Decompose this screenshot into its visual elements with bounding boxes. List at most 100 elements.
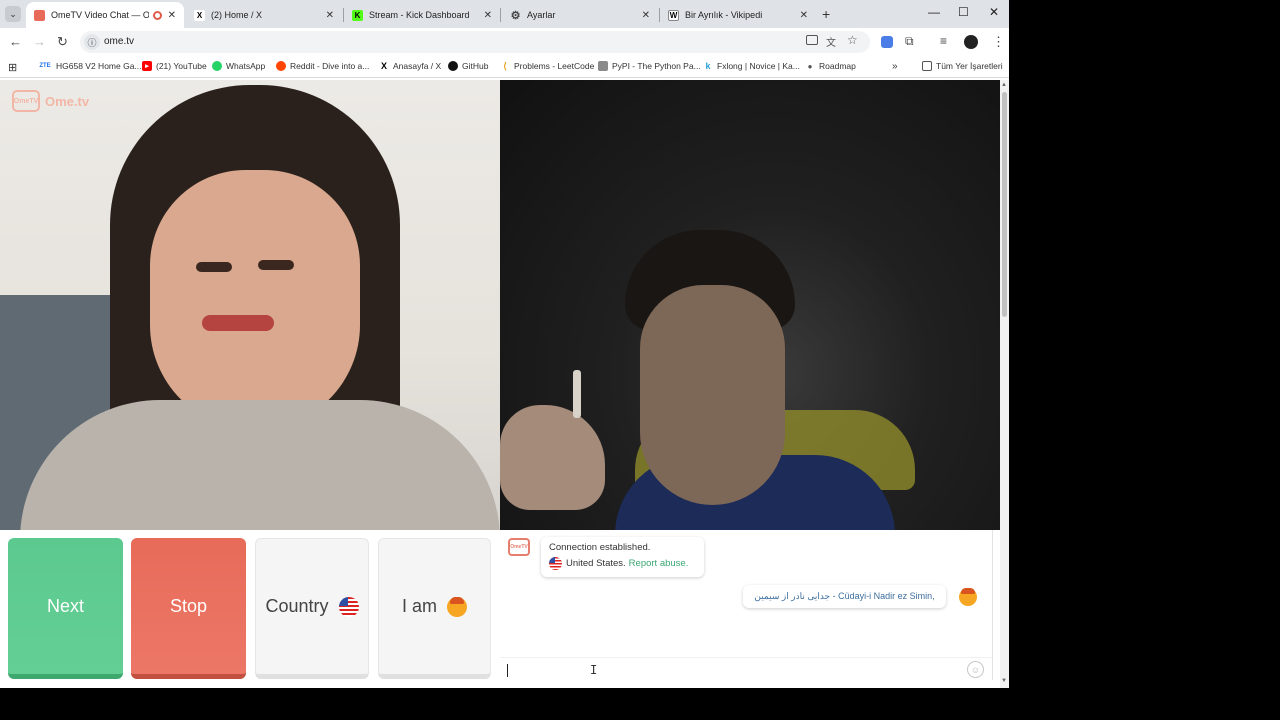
- forward-arrow-icon[interactable]: →: [33, 34, 46, 49]
- url-text[interactable]: ome.tv: [104, 36, 134, 47]
- stranger-country-line: United States. Report abuse.: [549, 557, 696, 570]
- tab-search-dropdown-icon[interactable]: ⌄: [5, 6, 21, 22]
- bookmarks-bar: ⊞ ZTE HG658 V2 Home Ga... ▸ (21) YouTube W…: [0, 56, 1009, 78]
- leetcode-icon: ⟨: [500, 61, 510, 71]
- reddit-icon: [276, 61, 286, 71]
- browser-menu-icon[interactable]: ⋮: [992, 34, 1005, 50]
- tab-title: (2) Home / X: [211, 10, 263, 20]
- chat-message: جدایی نادر از سیمین - Cüdayi-i Nadir ez …: [743, 585, 946, 608]
- stranger-avatar-icon: [959, 588, 977, 606]
- fxlong-icon: k: [703, 61, 713, 71]
- youtube-icon: ▸: [142, 61, 152, 71]
- tab-ometv[interactable]: OmeTV Video Chat — Ome ✕: [26, 2, 184, 28]
- browser-window: ⌄ OmeTV Video Chat — Ome ✕ X (2) Home / …: [0, 0, 1009, 688]
- system-badge-line2: TV: [521, 544, 528, 550]
- stop-button[interactable]: Stop: [131, 538, 246, 679]
- bookmark-pypi[interactable]: PyPI - The Python Pa...: [598, 61, 701, 71]
- tab-x-home[interactable]: X (2) Home / X ✕: [186, 2, 342, 28]
- tab-title: Stream - Kick Dashboard: [369, 10, 470, 20]
- media-controls-icon[interactable]: ≡: [940, 34, 947, 48]
- tab-close-icon[interactable]: ✕: [800, 10, 808, 21]
- extension-icon[interactable]: [881, 36, 893, 48]
- window-close-button[interactable]: ✕: [989, 5, 999, 19]
- bookmark-leetcode[interactable]: ⟨ Problems - LeetCode: [500, 61, 594, 71]
- page-scrollbar[interactable]: ▲ ▼: [1000, 80, 1009, 688]
- next-label: Next: [46, 595, 84, 616]
- bookmark-label: WhatsApp: [226, 61, 266, 71]
- tab-close-icon[interactable]: ✕: [484, 10, 492, 21]
- hand-shape: [500, 405, 605, 510]
- ometv-logo[interactable]: Ome TV Ome.tv: [12, 90, 89, 112]
- stranger-video-feed: [500, 80, 1000, 530]
- gear-icon: ⚙: [510, 9, 521, 22]
- bookmark-label: HG658 V2 Home Ga...: [56, 61, 142, 71]
- tab-close-icon[interactable]: ✕: [326, 10, 334, 21]
- country-filter-button[interactable]: Country: [255, 538, 369, 679]
- browser-toolbar: ← → ↻ ⓘ ome.tv 文 ☆ ⧉ ≡ ⋮: [0, 28, 1009, 56]
- bookmark-x[interactable]: X Anasayfa / X: [379, 61, 441, 71]
- bookmark-github[interactable]: GitHub: [448, 61, 488, 71]
- bookmark-youtube[interactable]: ▸ (21) YouTube: [142, 61, 207, 71]
- emoji-picker-icon[interactable]: ☺: [967, 661, 984, 678]
- back-arrow-icon[interactable]: ←: [9, 34, 22, 49]
- scrollbar-thumb[interactable]: [1002, 92, 1007, 317]
- stop-label: Stop: [169, 595, 208, 616]
- more-bookmarks-chevron-icon[interactable]: »: [892, 61, 898, 72]
- bookmark-roadmap[interactable]: ● Roadmap: [805, 61, 856, 71]
- x-logo-icon: X: [379, 61, 389, 71]
- bookmark-label: Anasayfa / X: [393, 61, 442, 71]
- router-icon: ZTE: [38, 61, 52, 71]
- x-logo-icon: X: [194, 9, 205, 21]
- bookmark-star-icon[interactable]: ☆: [847, 33, 858, 47]
- face-shape: [150, 170, 360, 430]
- eye-shape: [196, 262, 232, 272]
- extensions-puzzle-icon[interactable]: ⧉: [905, 34, 914, 49]
- tab-title: OmeTV Video Chat — Ome: [51, 10, 149, 20]
- bookmark-router[interactable]: ZTE HG658 V2 Home Ga...: [38, 61, 142, 71]
- gender-select-button[interactable]: I am: [378, 538, 491, 679]
- bookmark-reddit[interactable]: Reddit - Dive into a...: [276, 61, 369, 71]
- stranger-country-text: United States.: [566, 558, 626, 569]
- tab-strip: ⌄ OmeTV Video Chat — Ome ✕ X (2) Home / …: [0, 0, 1009, 28]
- apps-grid-icon[interactable]: ⊞: [8, 61, 17, 74]
- ometv-system-avatar-icon: Ome TV: [508, 538, 530, 556]
- bookmark-label: Reddit - Dive into a...: [290, 61, 370, 71]
- country-label: Country: [265, 596, 329, 616]
- logo-badge-line1: Ome: [13, 97, 30, 105]
- chat-panel: Ome TV Connection established. United Sta…: [500, 530, 1000, 688]
- site-info-icon[interactable]: ⓘ: [84, 34, 100, 50]
- chat-divider: [992, 530, 993, 680]
- maximize-button[interactable]: ☐: [958, 5, 969, 19]
- tab-wikipedia[interactable]: W Bir Ayrılık - Vikipedi ✕: [660, 2, 816, 28]
- profile-avatar[interactable]: [964, 35, 978, 49]
- tab-kick[interactable]: K Stream - Kick Dashboard ✕: [344, 2, 500, 28]
- kick-logo-icon: K: [352, 9, 363, 21]
- scroll-up-arrow-icon[interactable]: ▲: [1001, 82, 1007, 88]
- letterbox-right: [1009, 0, 1280, 720]
- tab-close-icon[interactable]: ✕: [168, 10, 176, 21]
- install-app-icon[interactable]: [806, 35, 818, 45]
- bookmark-label: Tüm Yer İşaretleri: [936, 61, 1003, 71]
- bookmark-whatsapp[interactable]: WhatsApp: [212, 61, 265, 71]
- report-abuse-link[interactable]: Report abuse.: [629, 558, 689, 569]
- tab-close-icon[interactable]: ✕: [642, 10, 650, 21]
- chat-message-input[interactable]: I ☺: [500, 657, 992, 681]
- tab-title: Ayarlar: [527, 10, 556, 20]
- scroll-down-arrow-icon[interactable]: ▼: [1001, 678, 1007, 684]
- us-flag-icon: [549, 557, 562, 570]
- shirt-shape: [20, 400, 500, 530]
- logo-badge-line2: TV: [29, 97, 39, 105]
- next-button[interactable]: Next: [8, 538, 123, 679]
- roadmap-pin-icon: ●: [805, 61, 815, 71]
- minimize-button[interactable]: —: [928, 5, 940, 19]
- tab-settings[interactable]: ⚙ Ayarlar ✕: [502, 2, 658, 28]
- ometv-page: Ome TV Ome.tv Next Stop Country I am Ome T…: [0, 80, 1000, 688]
- new-tab-button[interactable]: +: [822, 6, 830, 22]
- all-bookmarks-folder[interactable]: Tüm Yer İşaretleri: [922, 61, 1003, 71]
- tab-title: Bir Ayrılık - Vikipedi: [685, 10, 763, 20]
- bookmark-fxlong[interactable]: k Fxlong | Novice | Ka...: [703, 61, 800, 71]
- address-bar[interactable]: ⓘ ome.tv 文 ☆: [80, 31, 870, 53]
- reload-icon[interactable]: ↻: [57, 34, 68, 50]
- whatsapp-icon: [212, 61, 222, 71]
- translate-icon[interactable]: 文: [826, 34, 836, 49]
